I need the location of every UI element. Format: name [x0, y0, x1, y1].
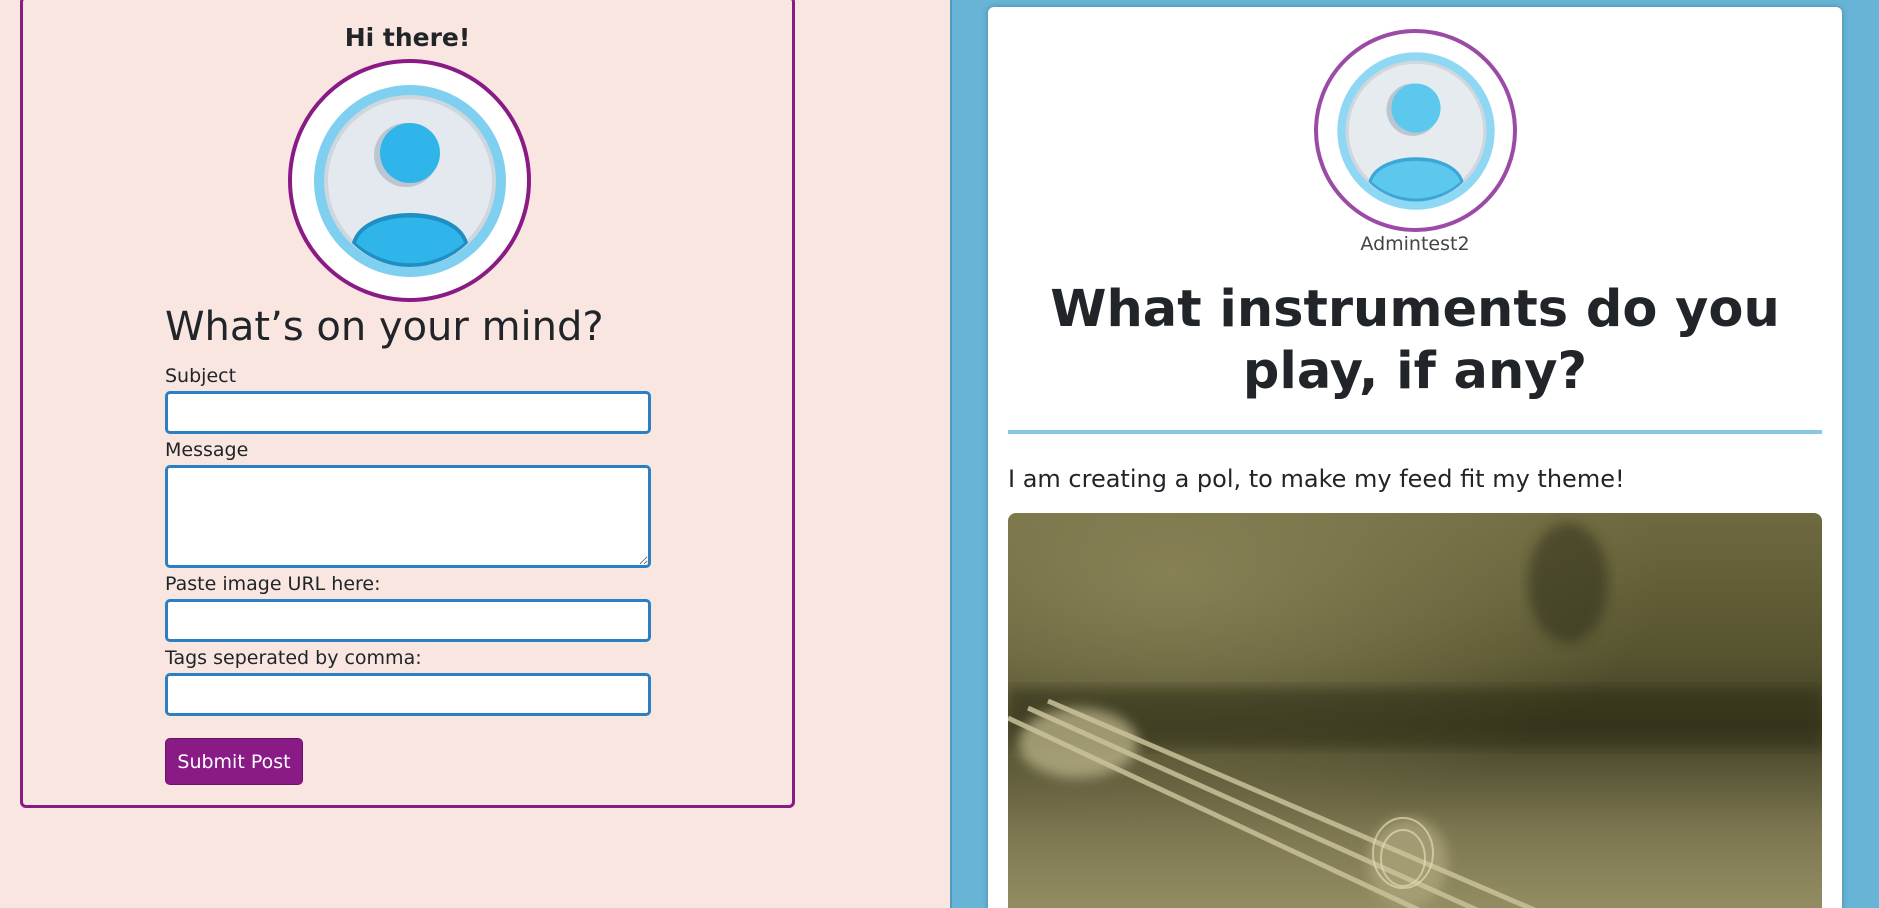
image-url-input[interactable]	[165, 599, 651, 642]
post-author-avatar[interactable]	[1314, 29, 1517, 232]
compose-card: Hi there! What’s on your mind? Subject M…	[20, 0, 795, 808]
greeting-text: Hi there!	[344, 23, 471, 52]
submit-post-button[interactable]: Submit Post	[165, 738, 303, 785]
tags-label: Tags seperated by comma:	[165, 647, 422, 669]
post-card: Admintest2 What instruments do you play,…	[988, 7, 1842, 908]
guitar-strings-photo	[1008, 513, 1822, 908]
post-title: What instruments do you play, if any?	[1050, 280, 1780, 401]
feed-pane[interactable]: Admintest2 What instruments do you play,…	[950, 0, 1879, 908]
post-author-name[interactable]: Admintest2	[988, 233, 1842, 255]
user-avatar-icon	[1336, 51, 1495, 210]
post-divider	[1008, 430, 1822, 434]
compose-title: What’s on your mind?	[165, 304, 604, 350]
post-body-text: I am creating a pol, to make my feed fit…	[1008, 465, 1625, 493]
image-url-label: Paste image URL here:	[165, 573, 381, 595]
message-input[interactable]	[165, 465, 651, 568]
page: Hi there! What’s on your mind? Subject M…	[0, 0, 1879, 908]
post-image	[1008, 513, 1822, 908]
subject-label: Subject	[165, 365, 237, 387]
tags-input[interactable]	[165, 673, 651, 716]
user-avatar	[288, 59, 531, 302]
message-label: Message	[165, 439, 249, 461]
subject-input[interactable]	[165, 391, 651, 434]
compose-pane: Hi there! What’s on your mind? Subject M…	[0, 0, 950, 908]
user-avatar-icon	[313, 84, 506, 277]
